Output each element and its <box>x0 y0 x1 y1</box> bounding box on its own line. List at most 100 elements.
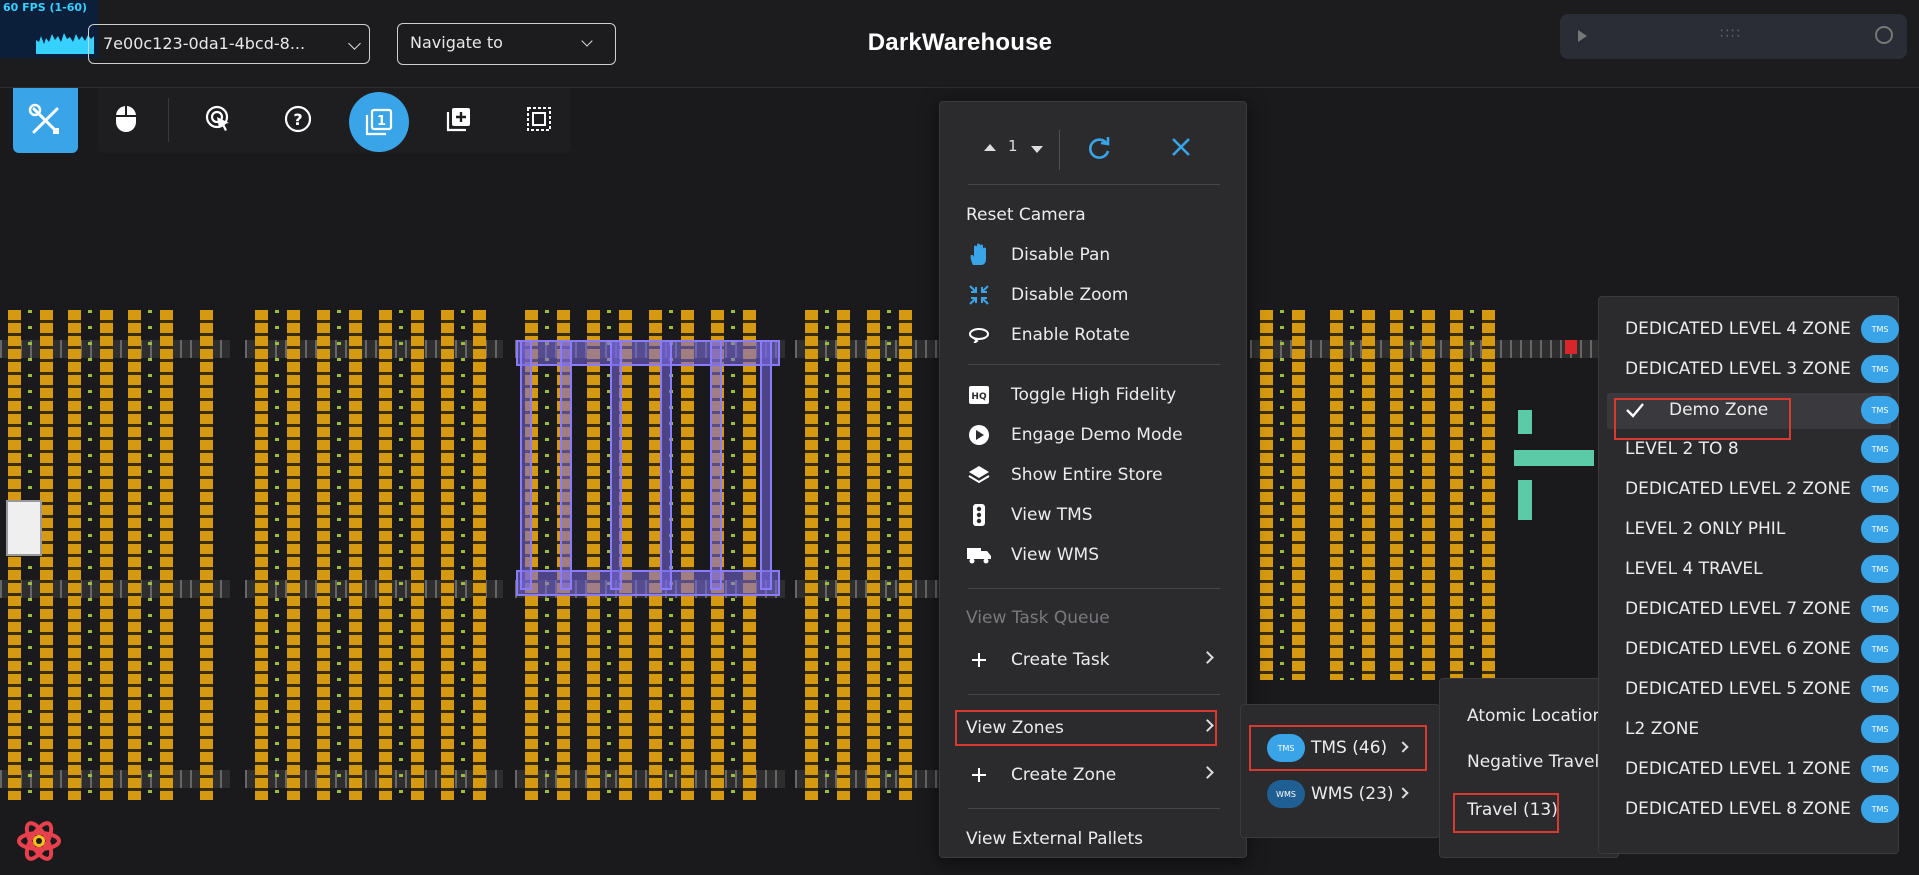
show-entire-store-item[interactable]: Show Entire Store <box>966 458 1222 492</box>
playback-bar[interactable]: ∷∷ <box>1560 14 1907 59</box>
cursor-target-button[interactable] <box>202 102 236 136</box>
wms-zones-label: WMS (23) <box>1311 784 1394 804</box>
disable-zoom-label: Disable Zoom <box>1011 285 1129 305</box>
svg-text:1: 1 <box>377 114 386 129</box>
view-zones-highlight <box>955 710 1217 746</box>
create-task-item[interactable]: Create Task <box>966 643 1222 677</box>
zone-item-label: LEVEL 2 ONLY PHIL <box>1625 519 1786 539</box>
plus-icon <box>966 763 992 787</box>
tms-chip: TMS <box>1861 315 1899 343</box>
reset-camera-label: Reset Camera <box>966 205 1086 225</box>
zone-overlay <box>610 340 622 590</box>
tms-chip: TMS <box>1861 475 1899 503</box>
view-external-pallets-item[interactable]: View External Pallets <box>966 822 1222 856</box>
select-area-icon <box>527 107 551 131</box>
view-tms-item[interactable]: View TMS <box>966 498 1222 532</box>
truck-icon <box>966 543 992 567</box>
search-icon[interactable] <box>1875 26 1893 44</box>
zone-overlay <box>710 340 722 590</box>
chevron-down-icon <box>581 35 593 47</box>
help-icon: ? <box>284 105 312 133</box>
wms-chip: WMS <box>1267 780 1305 808</box>
navigate-to-select[interactable]: Navigate to <box>397 23 616 65</box>
conveyor <box>1518 410 1532 434</box>
navigate-to-placeholder: Navigate to <box>410 33 503 52</box>
zoom-in-map-icon <box>966 283 992 307</box>
tms-chip: TMS <box>1861 795 1899 823</box>
enable-rotate-item[interactable]: Enable Rotate <box>966 318 1222 352</box>
wms-zones-item[interactable]: WMS WMS (23) <box>1267 777 1394 811</box>
add-box-button[interactable] <box>442 102 476 136</box>
zone-item[interactable]: DEDICATED LEVEL 5 ZONE TMS <box>1625 672 1899 706</box>
drag-handle-icon[interactable]: ∷∷ <box>1720 26 1742 42</box>
negative-travel-item[interactable]: Negative Travel (0 <box>1467 745 1619 779</box>
tms-chip: TMS <box>1861 515 1899 543</box>
menu-controls: 1 <box>940 102 1246 184</box>
view-task-queue-item: View Task Queue <box>966 601 1222 635</box>
tms-chip: TMS <box>1861 355 1899 383</box>
zone-item[interactable]: LEVEL 2 TO 8 TMS <box>1625 432 1899 466</box>
toggle-high-fidelity-item[interactable]: HQ Toggle High Fidelity <box>966 378 1222 412</box>
add-box-icon <box>446 108 470 132</box>
zone-item[interactable]: DEDICATED LEVEL 8 ZONE TMS <box>1625 792 1899 826</box>
zone-item[interactable]: LEVEL 4 TRAVEL TMS <box>1625 552 1899 586</box>
zone-list-submenu: DEDICATED LEVEL 4 ZONE TMS DEDICATED LEV… <box>1598 296 1899 854</box>
zone-item[interactable]: DEDICATED LEVEL 2 ZONE TMS <box>1625 472 1899 506</box>
building-select[interactable]: 7e00c123-0da1-4bcd-8... <box>88 24 370 64</box>
zone-item-label: DEDICATED LEVEL 6 ZONE <box>1625 639 1851 659</box>
zone-item[interactable]: LEVEL 2 ONLY PHIL TMS <box>1625 512 1899 546</box>
mouse-button[interactable] <box>109 102 143 136</box>
context-menu: 1 Reset Camera Disable Pan Disable Zoom … <box>939 101 1247 858</box>
select-area-button[interactable] <box>522 102 556 136</box>
toggle-high-fidelity-label: Toggle High Fidelity <box>1011 385 1177 405</box>
disable-zoom-item[interactable]: Disable Zoom <box>966 278 1222 312</box>
view-external-pallets-label: View External Pallets <box>966 829 1144 849</box>
engage-demo-mode-item[interactable]: Engage Demo Mode <box>966 418 1222 452</box>
zone-item[interactable]: DEDICATED LEVEL 3 ZONE TMS <box>1625 352 1899 386</box>
zone-item-label: DEDICATED LEVEL 3 ZONE <box>1625 359 1851 379</box>
zone-item[interactable]: DEDICATED LEVEL 1 ZONE TMS <box>1625 752 1899 786</box>
view-wms-label: View WMS <box>1011 545 1100 565</box>
play-icon[interactable] <box>1578 30 1587 42</box>
zones-source-submenu: TMS TMS (46) WMS WMS (23) <box>1240 704 1440 838</box>
layer-button[interactable]: 1 <box>349 92 409 152</box>
help-button[interactable]: ? <box>281 102 315 136</box>
zone-item[interactable]: DEDICATED LEVEL 6 ZONE TMS <box>1625 632 1899 666</box>
view-wms-item[interactable]: View WMS <box>966 538 1222 572</box>
tools-button[interactable] <box>13 88 78 153</box>
fps-label: 60 FPS (1-60) <box>3 1 88 14</box>
zone-item-label: DEDICATED LEVEL 5 ZONE <box>1625 679 1851 699</box>
traffic-light-icon <box>966 503 992 527</box>
rotate-icon <box>966 323 992 347</box>
tms-chip: TMS <box>1861 435 1899 463</box>
zone-item[interactable]: DEDICATED LEVEL 7 ZONE TMS <box>1625 592 1899 626</box>
menu-divider <box>968 364 1220 365</box>
app-title: DarkWarehouse <box>867 29 1053 56</box>
view-tms-label: View TMS <box>1011 505 1093 525</box>
create-task-label: Create Task <box>1011 650 1110 670</box>
zone-item[interactable]: DEDICATED LEVEL 4 ZONE TMS <box>1625 312 1899 346</box>
view-task-queue-label: View Task Queue <box>966 608 1110 628</box>
hq-icon: HQ <box>966 383 992 407</box>
refresh-icon[interactable] <box>1086 136 1112 162</box>
level-down-icon[interactable] <box>1031 146 1043 153</box>
travel-highlight <box>1453 793 1559 833</box>
engage-demo-mode-label: Engage Demo Mode <box>1011 425 1183 445</box>
enable-rotate-label: Enable Rotate <box>1011 325 1130 345</box>
alert-marker <box>1565 340 1577 354</box>
station-icon <box>6 500 42 556</box>
chevron-down-icon <box>348 37 361 50</box>
close-icon[interactable] <box>1169 135 1193 159</box>
conveyor <box>1514 450 1594 466</box>
disable-pan-item[interactable]: Disable Pan <box>966 238 1222 272</box>
fps-graph <box>36 33 94 54</box>
negative-travel-label: Negative Travel (0 <box>1467 752 1619 772</box>
level-up-icon[interactable] <box>984 144 996 151</box>
create-zone-item[interactable]: Create Zone <box>966 758 1222 792</box>
reset-camera-item[interactable]: Reset Camera <box>966 198 1222 232</box>
rack-block <box>515 310 785 800</box>
atomic-location-item[interactable]: Atomic Location ( <box>1467 699 1615 733</box>
zone-item[interactable]: L2 ZONE TMS <box>1625 712 1899 746</box>
app-logo <box>17 821 61 861</box>
toolbar-divider <box>168 98 169 142</box>
